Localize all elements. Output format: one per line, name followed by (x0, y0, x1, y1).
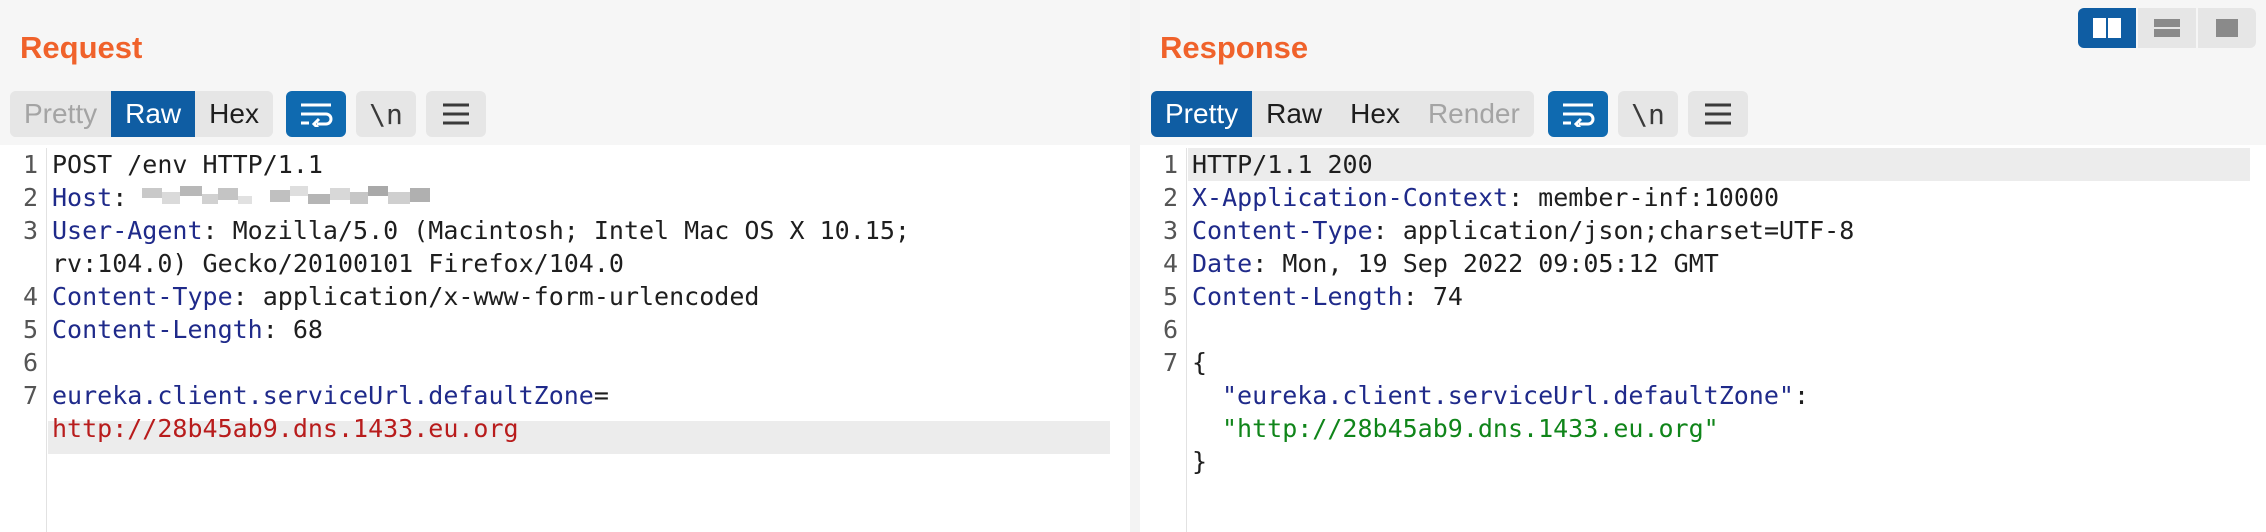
json-close-brace: } (1192, 447, 1208, 476)
layout-split-rows-button[interactable] (2138, 8, 2196, 48)
request-view-tabs: Pretty Raw Hex (10, 91, 273, 137)
response-tab-raw[interactable]: Raw (1252, 91, 1337, 137)
request-options-menu-button[interactable] (426, 91, 486, 137)
hamburger-menu-icon (1705, 103, 1731, 125)
request-line: Content-Type: application/x-www-form-url… (52, 280, 759, 313)
request-title: Request (20, 30, 143, 65)
json-open-brace: { (1192, 348, 1208, 377)
response-line: X-Application-Context: member-inf:10000 (1192, 181, 1779, 214)
single-pane-icon (2216, 19, 2238, 37)
response-tab-hex[interactable]: Hex (1336, 91, 1414, 137)
response-options-menu-button[interactable] (1688, 91, 1748, 137)
request-tab-hex[interactable]: Hex (195, 91, 273, 137)
line-number: 3 (22, 216, 38, 245)
response-wrap-lines-button[interactable] (1548, 91, 1608, 137)
header-name: Content-Length (52, 315, 263, 344)
line-number: 7 (22, 381, 38, 410)
newline-label: \n (1631, 97, 1665, 131)
response-panel: Response Pretty Raw Hex Render \n 1 HTTP… (1140, 0, 2266, 532)
request-panel: Request Pretty Raw Hex \n 1 POST /env HT… (0, 0, 1140, 532)
header-separator: : (112, 183, 143, 212)
request-line: Host: (52, 181, 438, 214)
response-tab-render[interactable]: Render (1413, 91, 1534, 137)
request-newline-toggle[interactable]: \n (356, 91, 416, 137)
line-number: 6 (1162, 315, 1178, 344)
line-number: 2 (1162, 183, 1178, 212)
json-key: "eureka.client.serviceUrl.defaultZone" (1222, 381, 1794, 410)
newline-label: \n (369, 97, 403, 131)
header-name: Content-Type (1192, 216, 1373, 245)
param-value: http://28b45ab9.dns.1433.eu.org (52, 414, 519, 443)
json-key-line: "eureka.client.serviceUrl.defaultZone": (1222, 379, 1809, 412)
request-tab-raw[interactable]: Raw (111, 91, 196, 137)
response-newline-toggle[interactable]: \n (1618, 91, 1678, 137)
layout-single-pane-button[interactable] (2198, 8, 2256, 48)
gutter-divider (46, 148, 47, 532)
header-value: : Mozilla/5.0 (Macintosh; Intel Mac OS X… (202, 216, 910, 245)
wrap-lines-icon (301, 103, 333, 127)
response-line: Content-Type: application/json;charset=U… (1192, 214, 1854, 247)
request-editor[interactable]: 1 POST /env HTTP/1.1 2 Host: 3 User-Agen… (0, 148, 1130, 532)
request-line: POST /env HTTP/1.1 (52, 150, 323, 179)
header-name: X-Application-Context (1192, 183, 1509, 212)
header-name: Content-Length (1192, 282, 1403, 311)
redacted-host-value (142, 184, 438, 210)
line-number: 2 (22, 183, 38, 212)
response-line: Content-Length: 74 (1192, 280, 1463, 313)
response-line: HTTP/1.1 200 (1192, 150, 1373, 179)
line-number: 7 (1162, 348, 1178, 377)
gutter-divider (1186, 148, 1187, 532)
header-value: : application/x-www-form-urlencoded (232, 282, 760, 311)
request-line-continuation: rv:104.0) Gecko/20100101 Firefox/104.0 (52, 249, 624, 278)
response-line: Date: Mon, 19 Sep 2022 09:05:12 GMT (1192, 247, 1719, 280)
line-number: 1 (22, 150, 38, 179)
layout-toggle-group (2078, 8, 2256, 48)
header-name: Date (1192, 249, 1253, 278)
request-wrap-lines-button[interactable] (286, 91, 346, 137)
response-tab-pretty[interactable]: Pretty (1151, 91, 1253, 137)
header-name: User-Agent (52, 216, 203, 245)
request-tab-pretty[interactable]: Pretty (10, 91, 112, 137)
request-line: User-Agent: Mozilla/5.0 (Macintosh; Inte… (52, 214, 910, 247)
wrap-lines-icon (1563, 103, 1595, 127)
line-number: 4 (1162, 249, 1178, 278)
param-name: eureka.client.serviceUrl.defaultZone (52, 381, 594, 410)
json-colon: : (1793, 381, 1810, 410)
line-number: 4 (22, 282, 38, 311)
line-number: 1 (1162, 150, 1178, 179)
header-value: : member-inf:10000 (1508, 183, 1780, 212)
line-number: 6 (22, 348, 38, 377)
param-equals: = (593, 381, 609, 410)
header-value: : Mon, 19 Sep 2022 09:05:12 GMT (1252, 249, 1719, 278)
split-columns-icon (2093, 18, 2121, 38)
response-title: Response (1160, 30, 1309, 65)
request-line: eureka.client.serviceUrl.defaultZone= (52, 379, 609, 412)
split-rows-icon (2154, 19, 2180, 37)
line-number: 3 (1162, 216, 1178, 245)
header-value: : application/json;charset=UTF-8 (1372, 216, 1855, 245)
request-line: Content-Length: 68 (52, 313, 323, 346)
response-editor[interactable]: 1 HTTP/1.1 200 2 X-Application-Context: … (1140, 148, 2266, 532)
json-string-value: "http://28b45ab9.dns.1433.eu.org" (1222, 414, 1719, 443)
header-value: : 74 (1402, 282, 1463, 311)
layout-split-columns-button[interactable] (2078, 8, 2136, 48)
line-number: 5 (22, 315, 38, 344)
header-name: Content-Type (52, 282, 233, 311)
header-value: : 68 (262, 315, 323, 344)
header-name: Host (52, 183, 113, 212)
line-number: 5 (1162, 282, 1178, 311)
hamburger-menu-icon (443, 103, 469, 125)
response-view-tabs: Pretty Raw Hex Render (1151, 91, 1534, 137)
